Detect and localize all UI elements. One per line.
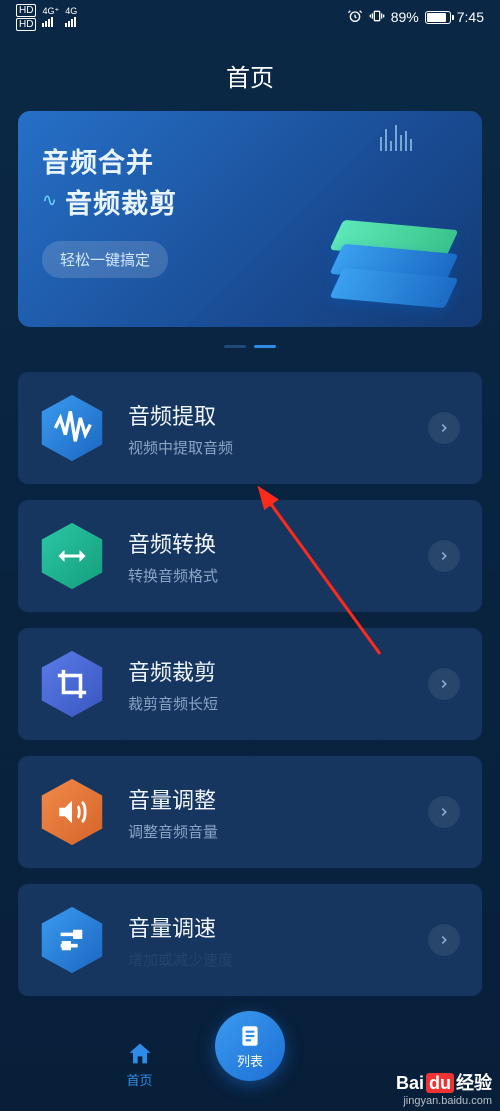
volume-icon [36,776,108,848]
signal-1-bars [42,17,59,27]
swap-icon [36,520,108,592]
card-subtitle: 调整音频音量 [128,821,408,842]
card-subtitle: 视频中提取音频 [128,437,408,458]
list-icon [237,1023,263,1049]
nav-home[interactable]: 首页 [126,1040,154,1089]
card-audio-convert[interactable]: 音频转换 转换音频格式 [18,500,482,612]
waveform-icon [36,392,108,464]
slider-icon [36,904,108,976]
crop-icon [36,648,108,720]
chevron-right-icon[interactable] [428,924,460,956]
page-title: 首页 [0,34,500,111]
equalizer-decoration [380,125,412,151]
signal-2-label: 4G [65,7,77,16]
status-bar: HD HD 4G⁺ 4G 89% 7:45 [0,0,500,34]
alarm-icon [347,8,363,27]
wm-brand-c: 经验 [456,1073,492,1093]
card-title: 音量调整 [128,783,408,815]
nav-list-fab[interactable]: 列表 [215,1011,285,1081]
nav-home-label: 首页 [126,1070,152,1089]
chevron-right-icon[interactable] [428,668,460,700]
server-illustration [334,231,454,303]
card-title: 音频裁剪 [128,655,408,687]
banner-chip: 轻松一键搞定 [42,241,168,278]
card-audio-extract[interactable]: 音频提取 视频中提取音频 [18,372,482,484]
card-speed-adjust[interactable]: 音量调速 增加或减少速度 [18,884,482,996]
feature-card-list: 音频提取 视频中提取音频 音频转换 转换音频格式 音频裁剪 裁剪音频长短 [0,372,500,996]
signal-1-label: 4G⁺ [42,7,59,16]
wm-url: jingyan.baidu.com [396,1095,492,1107]
vibrate-icon [369,8,385,27]
wm-brand-a: Bai [396,1073,424,1093]
clock-time: 7:45 [457,9,484,25]
banner-line-2: 音频裁剪 [65,182,177,221]
chevron-right-icon[interactable] [428,412,460,444]
card-title: 音量调速 [128,911,408,943]
nav-list-label: 列表 [237,1051,263,1070]
wave-icon: ∿ [42,190,57,211]
status-left: HD HD 4G⁺ 4G [16,4,77,31]
promo-banner[interactable]: 音频合并 ∿ 音频裁剪 轻松一键搞定 [18,111,482,327]
carousel-indicator[interactable] [0,327,500,372]
dot-1[interactable] [254,345,276,348]
home-icon [126,1040,154,1068]
hd-badge-1: HD [16,4,36,17]
card-subtitle: 裁剪音频长短 [128,693,408,714]
battery-icon [425,11,451,24]
wm-brand-b: du [426,1073,454,1093]
card-title: 音频提取 [128,399,408,431]
card-audio-crop[interactable]: 音频裁剪 裁剪音频长短 [18,628,482,740]
chevron-right-icon[interactable] [428,796,460,828]
card-volume-adjust[interactable]: 音量调整 调整音频音量 [18,756,482,868]
card-title: 音频转换 [128,527,408,559]
battery-percent: 89% [391,9,419,25]
signal-2-bars [65,17,77,27]
card-subtitle: 增加或减少速度 [128,949,408,970]
hd-badge-2: HD [16,18,36,31]
watermark: Baidu经验 jingyan.baidu.com [396,1069,492,1107]
status-right: 89% 7:45 [347,8,484,27]
chevron-right-icon[interactable] [428,540,460,572]
dot-0[interactable] [224,345,246,348]
card-subtitle: 转换音频格式 [128,565,408,586]
